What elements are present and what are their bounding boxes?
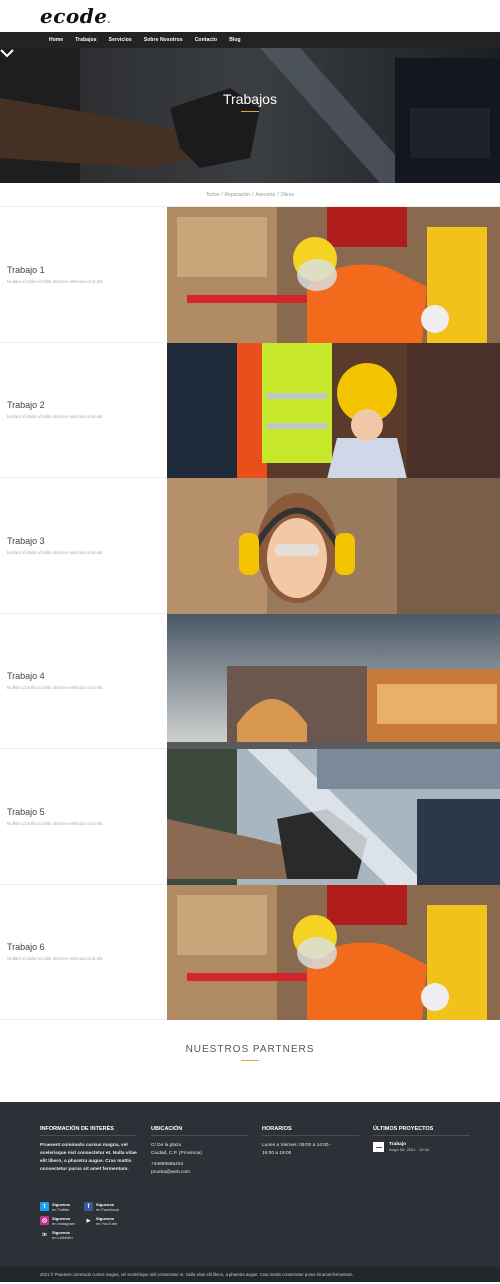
filter-todos[interactable]: Todos xyxy=(206,192,219,198)
nav-item-trabajos[interactable]: Trabajos xyxy=(75,37,96,43)
nav-item-contacto[interactable]: Contacto xyxy=(195,37,217,43)
page-title: Trabajos xyxy=(223,91,277,107)
nav-item-servicios[interactable]: Servicios xyxy=(109,37,132,43)
work-description: Nullam id dolor id nibh ultricies vehicu… xyxy=(7,414,104,420)
social-instagram[interactable]: ◎ Síguenos en Instagram xyxy=(40,1216,75,1226)
work-image[interactable] xyxy=(167,342,500,478)
work-image[interactable] xyxy=(167,749,500,885)
footer-location: UBICACIÓN C/ De la plaza Ciudad, C.P. (P… xyxy=(151,1126,248,1177)
filter-reparacion[interactable]: Reparación xyxy=(225,192,251,198)
work-description: Nullam id dolor id nibh ultricies vehicu… xyxy=(7,278,104,284)
work-image[interactable] xyxy=(167,207,500,343)
project-item[interactable]: Trabajo mayo 05, 2021 · 10:44 xyxy=(373,1142,470,1152)
partners-title: NUESTROS PARTNERS xyxy=(185,1044,315,1055)
nav-item-blog[interactable]: Blog xyxy=(229,37,241,43)
nav-item-home[interactable]: Home xyxy=(49,37,63,43)
footer-projects: ÚLTIMOS PROYECTOS Trabajo mayo 05, 2021 … xyxy=(373,1126,470,1152)
social-twitter[interactable]: t Síguenos en Twitter xyxy=(40,1202,70,1212)
twitter-icon[interactable]: t xyxy=(40,1202,49,1211)
filter-breadcrumb: Todos / Reparación / Asesoría / Obras xyxy=(0,183,500,207)
facebook-icon[interactable]: f xyxy=(84,1202,93,1211)
site-logo[interactable]: ecode. xyxy=(40,4,111,28)
social-facebook[interactable]: f Síguenos en Facebook xyxy=(84,1202,119,1212)
work-item[interactable]: Trabajo 1 Nullam id dolor id nibh ultric… xyxy=(0,207,500,343)
works-list: Trabajo 1 Nullam id dolor id nibh ultric… xyxy=(0,207,500,1020)
work-description: Nullam id dolor id nibh ultricies vehicu… xyxy=(7,685,104,691)
youtube-icon[interactable]: ▶ xyxy=(84,1216,93,1225)
title-underline xyxy=(241,1060,259,1061)
work-title[interactable]: Trabajo 5 xyxy=(7,807,167,817)
footer-phone[interactable]: +34666555444 xyxy=(151,1161,248,1169)
project-thumbnail[interactable] xyxy=(373,1142,384,1152)
work-title[interactable]: Trabajo 2 xyxy=(7,400,167,410)
work-title[interactable]: Trabajo 3 xyxy=(7,536,167,546)
hero-banner: Trabajos xyxy=(0,48,500,183)
footer-info-text: Praesent commodo cursus magna, vel scele… xyxy=(40,1143,137,1172)
work-item[interactable]: Trabajo 5 Nullam id dolor id nibh ultric… xyxy=(0,749,500,885)
footer-info: INFORMACIÓN DE INTERÉS Praesent commodo … xyxy=(40,1126,137,1172)
work-item[interactable]: Trabajo 2 Nullam id dolor id nibh ultric… xyxy=(0,342,500,478)
social-youtube[interactable]: ▶ Síguenos en YouTube xyxy=(84,1216,117,1226)
site-header: ecode. xyxy=(0,0,500,32)
hero-background-image xyxy=(0,48,500,183)
copyright-text: 2021 © Praesent commodo cursus magna, ve… xyxy=(40,1272,354,1277)
chevron-down-icon[interactable] xyxy=(0,48,14,58)
nav-item-sobre-nosotros[interactable]: Sobre Nosotros xyxy=(144,37,183,43)
work-image[interactable] xyxy=(167,613,500,749)
instagram-icon[interactable]: ◎ xyxy=(40,1216,49,1225)
work-item[interactable]: Trabajo 3 Nullam id dolor id nibh ultric… xyxy=(0,478,500,614)
work-description: Nullam id dolor id nibh ultricies vehicu… xyxy=(7,956,104,962)
main-nav: Home Trabajos Servicios Sobre Nosotros C… xyxy=(0,32,500,48)
footer-email[interactable]: prueba@web.com xyxy=(151,1169,248,1177)
work-image[interactable] xyxy=(167,884,500,1020)
linkedin-icon[interactable]: in xyxy=(40,1230,49,1239)
partners-section: NUESTROS PARTNERS xyxy=(0,1020,500,1102)
title-underline xyxy=(241,111,259,112)
work-item[interactable]: Trabajo 4 Nullam id dolor id nibh ultric… xyxy=(0,613,500,749)
work-image[interactable] xyxy=(167,478,500,614)
work-title[interactable]: Trabajo 4 xyxy=(7,671,167,681)
filter-obras[interactable]: Obras xyxy=(281,192,295,198)
work-title[interactable]: Trabajo 1 xyxy=(7,265,167,275)
site-footer: INFORMACIÓN DE INTERÉS Praesent commodo … xyxy=(0,1102,500,1267)
footer-hours: HORARIOS Lunes a Viernes: 09:00 a 14:00 … xyxy=(262,1126,359,1158)
social-linkedin[interactable]: in Síguenos en LinkedIn xyxy=(40,1230,73,1240)
work-description: Nullam id dolor id nibh ultricies vehicu… xyxy=(7,549,104,555)
work-description: Nullam id dolor id nibh ultricies vehicu… xyxy=(7,820,104,826)
work-item[interactable]: Trabajo 6 Nullam id dolor id nibh ultric… xyxy=(0,884,500,1020)
work-title[interactable]: Trabajo 6 xyxy=(7,942,167,952)
copyright-bar: 2021 © Praesent commodo cursus magna, ve… xyxy=(0,1267,500,1282)
filter-asesoria[interactable]: Asesoría xyxy=(255,192,275,198)
